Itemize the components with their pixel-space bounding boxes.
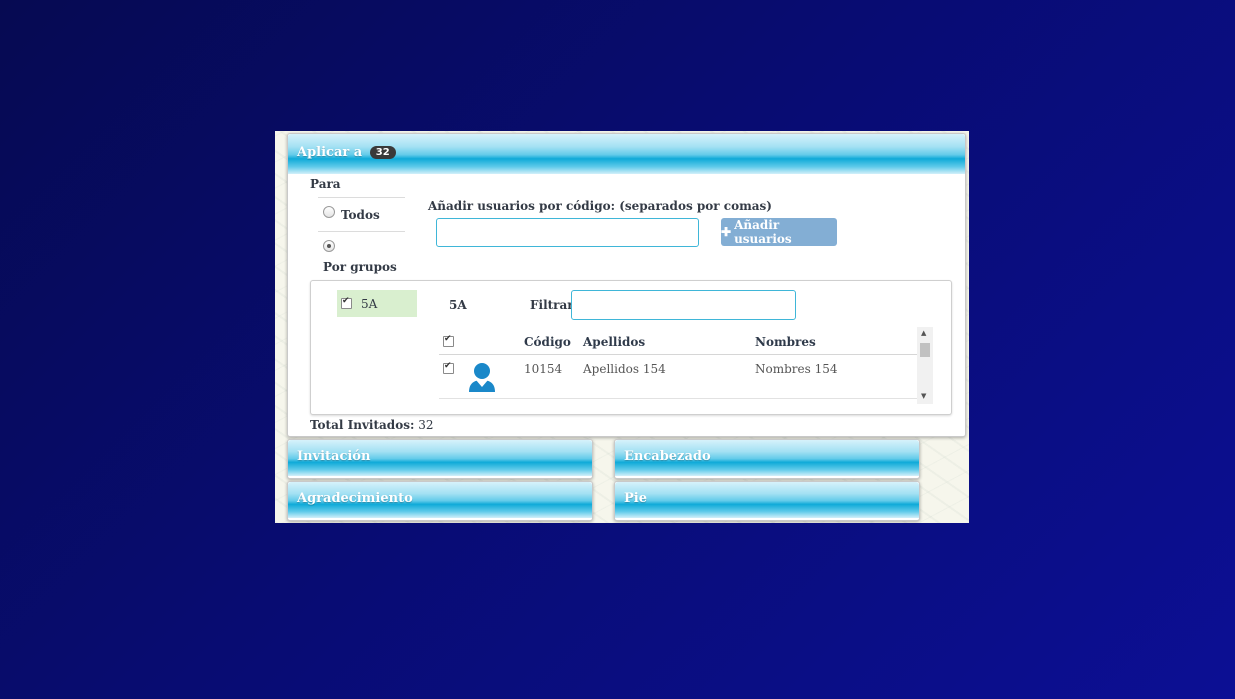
invitacion-title: Invitación: [297, 449, 371, 464]
divider: [318, 197, 405, 198]
encabezado-panel: Encabezado: [614, 439, 920, 479]
table-scrollbar[interactable]: ▲ ▼: [917, 327, 933, 404]
group-item-5a[interactable]: 5A: [337, 290, 417, 317]
app-frame: Aplicar a 32 Para Todos Por grupos Añadi…: [275, 131, 969, 523]
col-apellidos: Apellidos: [583, 335, 646, 349]
encabezado-header[interactable]: Encabezado: [615, 440, 919, 476]
cell-codigo: 10154: [524, 362, 563, 376]
invitacion-panel: Invitación: [287, 439, 593, 479]
col-nombres: Nombres: [755, 335, 816, 349]
group-label: 5A: [361, 297, 378, 311]
row-divider: [439, 398, 917, 399]
aplicar-header[interactable]: Aplicar a 32: [288, 134, 965, 174]
header-divider: [439, 354, 917, 355]
agradecimiento-header[interactable]: Agradecimiento: [288, 482, 592, 518]
groups-box: 5A 5A Filtrar Código Apellidos Nombres: [310, 280, 952, 415]
cell-nombres: Nombres 154: [755, 362, 838, 376]
add-users-button-label: Añadir usuarios: [734, 218, 792, 246]
divider: [318, 231, 405, 232]
users-table: Código Apellidos Nombres 10154 Apellidos…: [439, 327, 933, 404]
filter-label: Filtrar: [530, 298, 574, 312]
group-checkbox[interactable]: [341, 296, 352, 309]
encabezado-title: Encabezado: [624, 449, 711, 464]
para-label: Para: [310, 177, 341, 191]
scroll-thumb[interactable]: [920, 343, 930, 357]
filter-input[interactable]: [571, 290, 796, 320]
user-icon: [469, 363, 495, 392]
total-label: Total Invitados:: [310, 418, 415, 432]
cell-apellidos: Apellidos 154: [583, 362, 666, 376]
aplicar-title: Aplicar a: [297, 145, 363, 160]
plus-icon: ✚: [721, 225, 732, 239]
add-users-button[interactable]: ✚ Añadir usuarios: [721, 218, 837, 246]
pie-panel: Pie: [614, 481, 920, 521]
radio-por-grupos[interactable]: [323, 240, 335, 252]
col-codigo: Código: [524, 335, 571, 349]
select-all-checkbox[interactable]: [443, 334, 454, 347]
agradecimiento-title: Agradecimiento: [297, 491, 413, 506]
total-invitados: Total Invitados: 32: [310, 418, 434, 432]
user-codes-input[interactable]: [436, 218, 699, 247]
scroll-down-icon[interactable]: ▼: [921, 392, 926, 400]
total-value: 32: [418, 418, 434, 432]
row-checkbox[interactable]: [443, 361, 454, 374]
count-badge: 32: [369, 146, 396, 159]
agradecimiento-panel: Agradecimiento: [287, 481, 593, 521]
selected-group-title: 5A: [449, 298, 467, 312]
pie-header[interactable]: Pie: [615, 482, 919, 518]
pie-title: Pie: [624, 491, 647, 506]
invitacion-header[interactable]: Invitación: [288, 440, 592, 476]
radio-por-grupos-label: Por grupos: [323, 260, 397, 274]
aplicar-panel: Aplicar a 32 Para Todos Por grupos Añadi…: [287, 133, 966, 437]
radio-todos[interactable]: [323, 206, 335, 218]
add-users-label: Añadir usuarios por código: (separados p…: [428, 199, 772, 213]
radio-todos-label: Todos: [341, 208, 380, 222]
scroll-up-icon[interactable]: ▲: [921, 329, 926, 337]
